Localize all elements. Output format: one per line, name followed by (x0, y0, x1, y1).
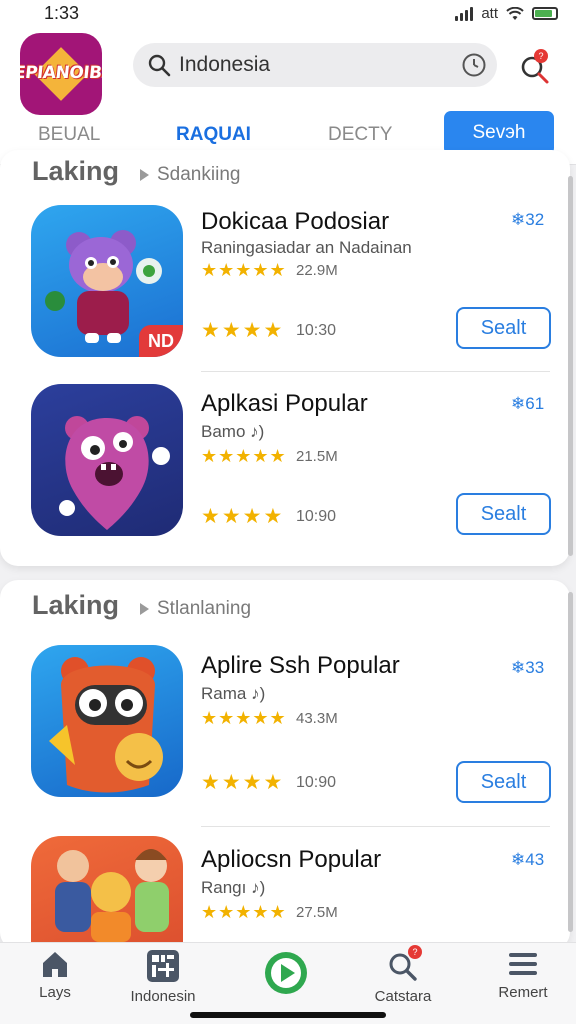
nav-label: Indonesin (130, 988, 196, 1005)
app-subtitle: Bamo ♪) (201, 422, 265, 441)
wifi-icon (506, 6, 524, 20)
app-rank: ❄32 (511, 210, 545, 229)
app-subtitle: Raningasiadar an Nadainan (201, 238, 412, 257)
app-icon-apliocsn[interactable] (31, 836, 183, 950)
rating-stars: ★★★★★ (201, 902, 287, 922)
app-subtitle: Rangı ♪) (201, 878, 266, 897)
select-button[interactable]: Sealt (456, 493, 551, 535)
monster-mascot-icon (59, 416, 170, 530)
app-logo[interactable]: EPIANOIBZ (20, 33, 102, 115)
tab-beual[interactable]: BEUAL (38, 124, 100, 146)
rating-stars-row: ★★★★ (201, 505, 285, 528)
rating-stars-row: ★★★★ (201, 319, 285, 342)
app-time: 10:90 (296, 774, 337, 791)
header-action-button[interactable]: Sevэh (444, 111, 554, 155)
family-characters-icon (55, 849, 169, 942)
scrollbar[interactable] (568, 592, 573, 932)
ranking-section-2: Laking Stlanlaning Aplire Ssh Popular Ra… (0, 580, 570, 950)
app-time: 10:30 (296, 322, 337, 339)
app-time: 10:90 (296, 508, 337, 525)
nav-label: Lays (39, 984, 71, 1001)
nav-item-remert[interactable]: Remert (468, 949, 576, 1001)
nav-item-home[interactable]: Lays (0, 949, 110, 1001)
download-count: 27.5M (296, 904, 338, 921)
app-name[interactable]: Aplkasi Popular (201, 390, 368, 418)
app-name[interactable]: Aplire Ssh Popular (201, 652, 400, 680)
tab-raquai[interactable]: RAQUAI (176, 124, 251, 146)
select-button[interactable]: Sealt (456, 761, 551, 803)
app-rank: ❄43 (511, 850, 545, 869)
scrollbar[interactable] (568, 176, 573, 556)
notification-badge: ? (534, 49, 548, 63)
notification-button[interactable]: ? (518, 49, 554, 85)
signal-icon (455, 6, 474, 21)
search-icon (148, 54, 171, 77)
status-time: 1:33 (44, 3, 80, 23)
home-indicator (190, 1012, 386, 1018)
battery-icon (532, 7, 558, 20)
home-icon (43, 952, 67, 977)
section-title: Laking (32, 590, 120, 620)
section-title: Laking (32, 156, 120, 186)
app-icon-aplkasi[interactable] (31, 384, 183, 536)
rating-stars: ★★★★★ (201, 708, 287, 728)
rating-stars: ★★★★★ (201, 260, 287, 280)
search-input[interactable] (179, 52, 449, 78)
nav-label: Remert (498, 984, 548, 1001)
search-bar[interactable] (133, 43, 497, 87)
download-count: 43.3M (296, 710, 338, 727)
download-count: 22.9M (296, 262, 338, 279)
ranking-section-1: Laking Sdankiing ND Dokicaa Podosiar Ran… (0, 150, 570, 566)
status-icons: att (455, 5, 558, 22)
status-bar: 1:33 att (0, 0, 576, 28)
app-badge: ND (139, 325, 183, 357)
notification-badge: ? (408, 945, 422, 959)
app-rank: ❄61 (511, 394, 545, 413)
app-rank: ❄33 (511, 658, 545, 677)
nav-item-play[interactable] (231, 951, 341, 1000)
play-icon (265, 952, 307, 994)
logo-text: EPIANOIBZ (20, 63, 102, 83)
rating-stars: ★★★★★ (201, 446, 287, 466)
app-icon-aplire[interactable] (31, 645, 183, 797)
select-button[interactable]: Sealt (456, 307, 551, 349)
carrier-label: att (481, 5, 498, 22)
app-name[interactable]: Apliocsn Popular (201, 846, 381, 874)
download-count: 21.5M (296, 448, 338, 465)
section-subtitle[interactable]: Stlanlaning (140, 598, 251, 620)
app-header: EPIANOIBZ ? BEUAL RAQUAI DECTY Sevэh (0, 28, 576, 165)
grid-icon (147, 950, 179, 982)
section-subtitle[interactable]: Sdankiing (140, 164, 240, 186)
rating-stars-row: ★★★★ (201, 771, 285, 794)
menu-icon (509, 953, 537, 975)
clock-icon[interactable] (461, 52, 487, 78)
nav-item-indonesin[interactable]: Indonesin (108, 949, 218, 1005)
app-subtitle: Rama ♪) (201, 684, 266, 703)
divider (201, 371, 550, 372)
divider (201, 826, 550, 827)
character-mascot-icon (49, 657, 163, 793)
app-name[interactable]: Dokicaa Podosiar (201, 208, 389, 236)
nav-item-catstara[interactable]: ? Catstara (348, 945, 458, 1005)
tab-decty[interactable]: DECTY (328, 124, 392, 146)
nav-label: Catstara (374, 988, 432, 1005)
app-icon-dokicaa[interactable]: ND (31, 205, 183, 357)
